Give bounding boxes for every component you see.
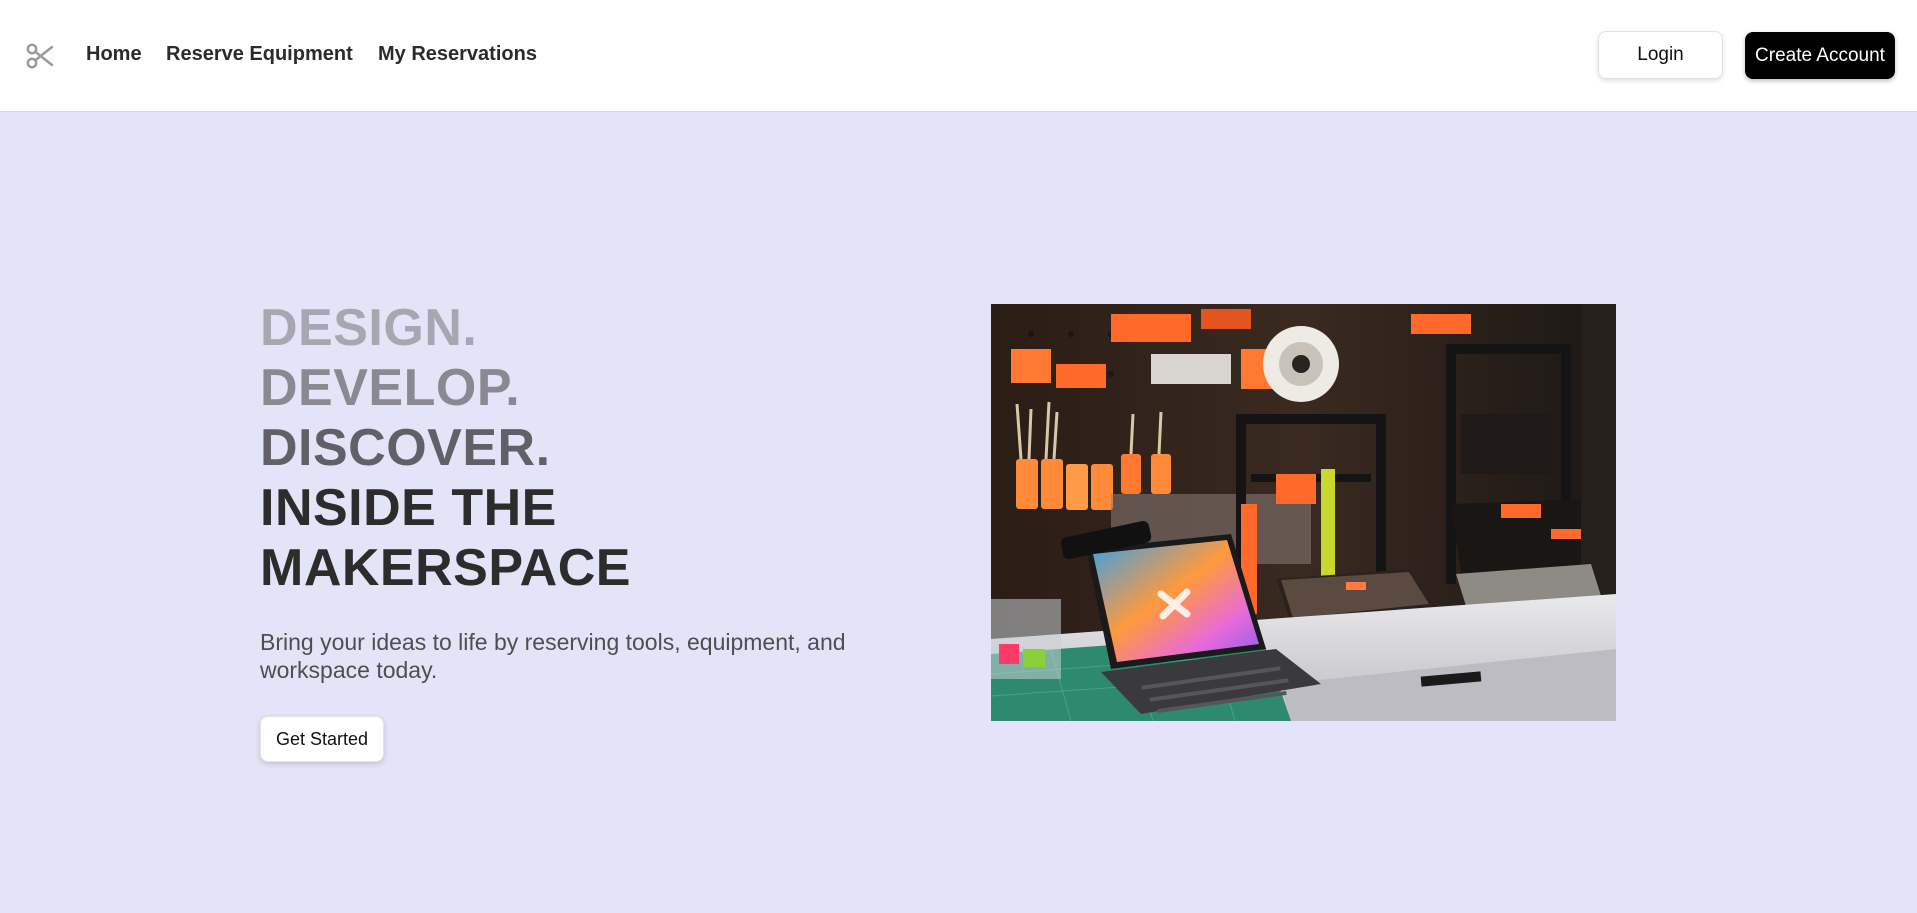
scissors-icon[interactable] — [25, 41, 55, 71]
create-account-button[interactable]: Create Account — [1745, 32, 1895, 79]
headline-inside-the-makerspace: INSIDE THE MAKERSPACE — [260, 479, 631, 597]
get-started-button[interactable]: Get Started — [260, 716, 384, 762]
hero-headline: DESIGN. DEVELOP. DISCOVER. INSIDE THE MA… — [260, 298, 900, 598]
headline-develop: DEVELOP. — [260, 359, 521, 417]
hero-subtitle: Bring your ideas to life by reserving to… — [260, 629, 846, 683]
makerspace-hero-image — [991, 304, 1616, 721]
nav-link-home[interactable]: Home — [86, 43, 142, 66]
login-button[interactable]: Login — [1598, 31, 1723, 79]
nav-link-reserve-equipment[interactable]: Reserve Equipment — [166, 43, 353, 66]
hero-text-block: DESIGN. DEVELOP. DISCOVER. INSIDE THE MA… — [260, 298, 900, 684]
top-navbar: Home Reserve Equipment My Reservations L… — [0, 0, 1917, 112]
headline-discover: DISCOVER. — [260, 419, 551, 477]
headline-design: DESIGN. — [260, 299, 478, 357]
nav-link-my-reservations[interactable]: My Reservations — [378, 43, 537, 66]
